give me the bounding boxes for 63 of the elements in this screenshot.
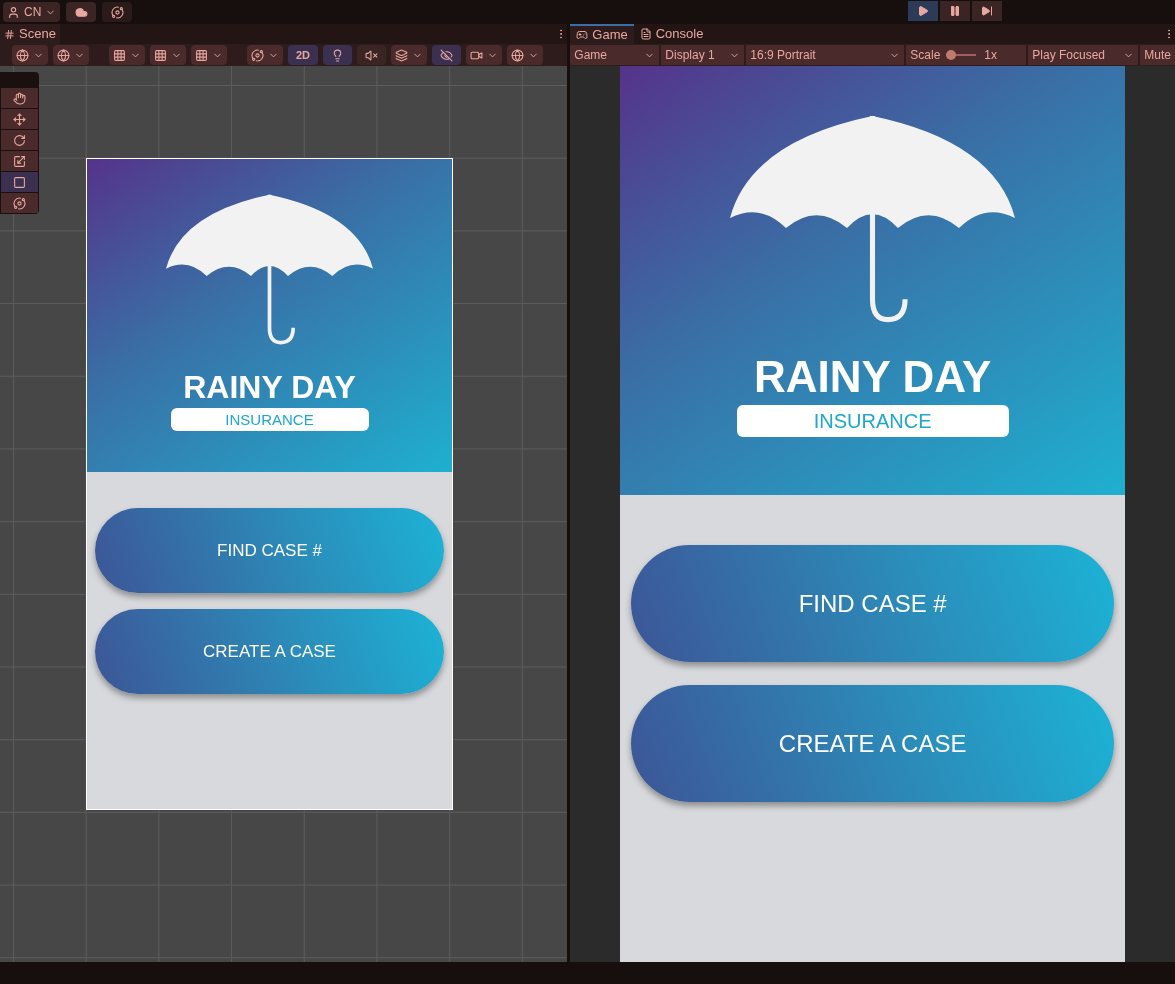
menu-button[interactable]: FIND CASE # [631, 545, 1115, 662]
toolbar-dropdown[interactable] [191, 45, 227, 65]
step-icon [981, 5, 993, 17]
play-button[interactable] [908, 1, 938, 21]
layers-icon [395, 48, 409, 62]
menu-button[interactable]: CREATE A CASE [95, 609, 444, 694]
account-button[interactable]: CN [3, 2, 61, 22]
collab-button[interactable] [102, 2, 133, 22]
console-icon [639, 28, 652, 40]
transform-tool[interactable] [1, 193, 38, 213]
pause-button[interactable] [940, 1, 970, 21]
hand-icon [13, 91, 26, 105]
menu-button[interactable]: FIND CASE # [95, 508, 444, 593]
play-icon [917, 5, 929, 17]
move-tool[interactable] [1, 109, 38, 129]
mute-icon [365, 48, 379, 62]
panel-tab[interactable]: Console [633, 24, 710, 44]
play-mode-dropdown[interactable]: Play Focused [1028, 45, 1139, 65]
rect-icon [13, 175, 26, 189]
rotate-icon [13, 133, 26, 147]
globe-icon [57, 48, 70, 62]
grid-icon [4, 28, 15, 40]
grid-icon [113, 48, 126, 62]
aspect-dropdown[interactable]: 16:9 Portrait [746, 45, 905, 65]
scale-tool[interactable] [1, 151, 38, 171]
menu-button[interactable]: CREATE A CASE [631, 685, 1115, 802]
toolbar-dropdown[interactable] [109, 45, 145, 65]
game-icon [576, 29, 589, 41]
toolbar-dropdown[interactable] [507, 45, 544, 65]
lighting-button[interactable] [323, 45, 353, 65]
user-icon [7, 5, 20, 19]
toolbar-dropdown[interactable] [12, 45, 48, 65]
scale-label: Scale [910, 47, 941, 64]
visibility-button[interactable] [432, 45, 462, 65]
move-icon [13, 112, 26, 126]
gizmo-globe-icon [511, 48, 525, 62]
logo-title: RAINY DAY [754, 354, 992, 399]
rect-tool[interactable] [1, 172, 38, 192]
cloud-button[interactable] [66, 2, 97, 22]
scale-slider-thumb[interactable] [946, 50, 957, 60]
scene-tab[interactable]: Scene [0, 24, 60, 44]
mute-toggle[interactable]: Mute [1140, 45, 1175, 65]
toolbar-dropdown[interactable] [53, 45, 89, 65]
rotate-tool[interactable] [1, 130, 38, 150]
toggle-2d-button[interactable]: 2D [288, 45, 319, 65]
toolbar-dropdown[interactable] [247, 45, 283, 65]
panel-tab[interactable]: Game [570, 24, 634, 44]
logo-title: RAINY DAY [183, 371, 356, 404]
toolbar-dropdown[interactable] [391, 45, 428, 65]
eye-off-icon [440, 48, 454, 62]
pause-icon [949, 5, 961, 17]
scale-value: 1x [984, 47, 998, 64]
logo-subtitle: INSURANCE [170, 408, 369, 432]
toolbar-dropdown[interactable] [466, 45, 503, 65]
view-dropdown[interactable]: Game [570, 45, 660, 65]
toolbar-dropdown[interactable] [150, 45, 186, 65]
logo-subtitle: INSURANCE [736, 404, 1009, 437]
hand-tool[interactable] [1, 88, 38, 108]
step-button[interactable] [972, 1, 1002, 21]
cloud-icon [74, 5, 88, 19]
display-dropdown[interactable]: Display 1 [661, 45, 745, 65]
audio-button[interactable] [357, 45, 387, 65]
scale-icon [13, 154, 26, 168]
